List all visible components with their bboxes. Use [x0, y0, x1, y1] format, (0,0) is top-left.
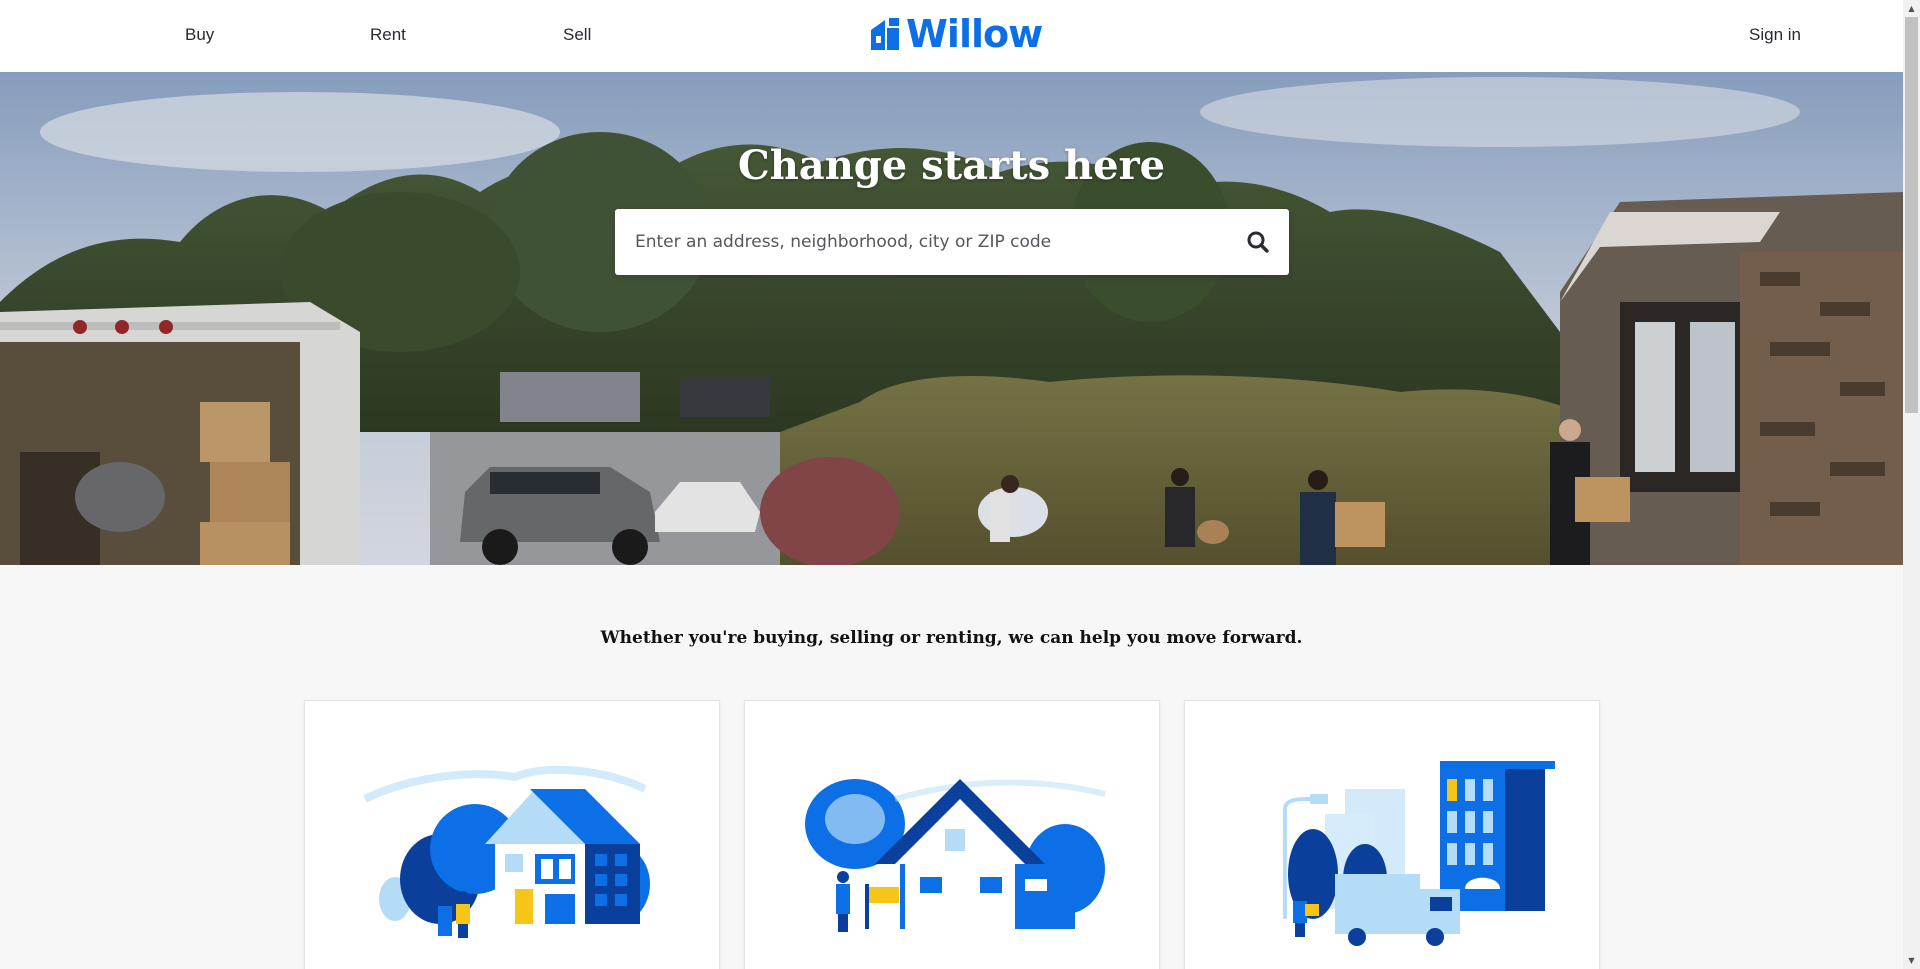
willow-logo[interactable]: Willow [869, 12, 1043, 56]
buy-home-illustration-icon [363, 765, 650, 938]
page-scrollbar[interactable]: ▲ ▼ [1903, 0, 1920, 969]
hero-title: Change starts here [737, 142, 1166, 189]
search-button[interactable] [1245, 229, 1271, 255]
rent-card[interactable] [1184, 700, 1600, 969]
buy-card[interactable] [304, 700, 720, 969]
search-icon [1247, 231, 1269, 253]
tagline: Whether you're buying, selling or rentin… [600, 628, 1303, 648]
page: Buy Rent Sell Willow Sign in Change star… [0, 0, 1903, 969]
nav-sell-link[interactable]: Sell [563, 25, 591, 45]
sign-in-link[interactable]: Sign in [1749, 25, 1801, 45]
logo-house-icon [871, 18, 899, 50]
sell-home-illustration-icon [805, 779, 1106, 932]
hero-banner: Change starts here [0, 72, 1903, 565]
scroll-up-arrow-icon[interactable]: ▲ [1903, 0, 1920, 17]
logo-wordmark: Willow [906, 12, 1043, 56]
search-input[interactable] [615, 209, 1215, 275]
scroll-down-arrow-icon[interactable]: ▼ [1903, 952, 1920, 969]
rent-building-illustration-icon [1283, 761, 1555, 946]
scroll-thumb[interactable] [1905, 17, 1918, 413]
search-bar [615, 209, 1289, 275]
nav-rent-link[interactable]: Rent [370, 25, 406, 45]
top-nav: Buy Rent Sell Willow Sign in [0, 0, 1903, 73]
nav-buy-link[interactable]: Buy [185, 25, 214, 45]
sell-card[interactable] [744, 700, 1160, 969]
